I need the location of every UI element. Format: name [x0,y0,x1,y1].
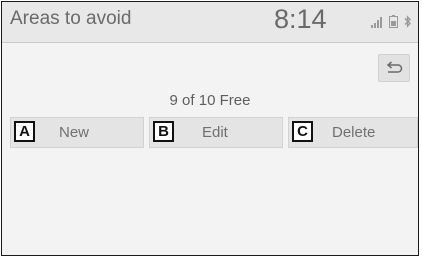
callout-badge-c: C [292,121,313,142]
edit-button-label: Edit [202,124,228,141]
bluetooth-icon [404,15,411,28]
delete-button-label: Delete [332,124,376,141]
battery-icon [389,15,398,28]
free-slots-status: 9 of 10 Free [169,92,251,109]
signal-icon [371,17,382,28]
header-bar: Areas to avoid 8:14 [2,2,418,43]
edit-button[interactable]: B Edit [149,117,283,148]
status-icons [371,15,412,28]
clock: 8:14 [274,4,327,34]
screen-frame: Areas to avoid 8:14 9 of 10 Free A New B… [1,1,419,256]
new-button-label: New [59,124,90,141]
return-arrow-icon [386,61,403,73]
new-button[interactable]: A New [10,117,144,148]
delete-button[interactable]: C Delete [288,117,418,148]
screen-title: Areas to avoid [10,8,132,29]
back-button[interactable] [378,54,410,82]
callout-badge-b: B [153,121,174,142]
callout-badge-a: A [14,121,35,142]
